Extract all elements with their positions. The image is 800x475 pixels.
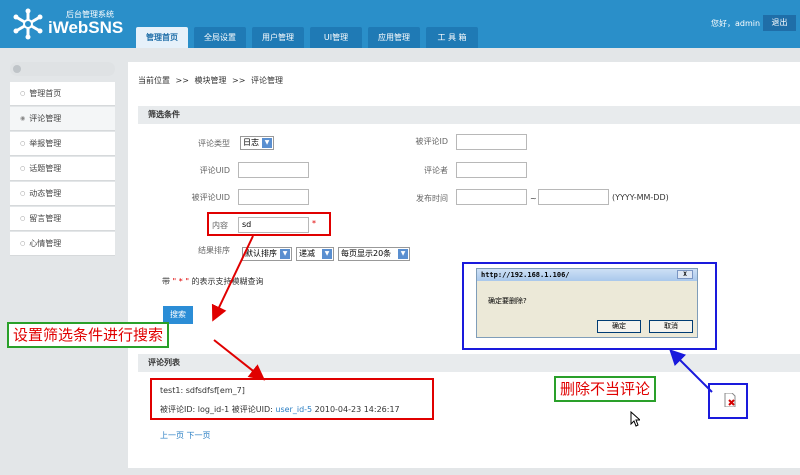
sidebar-item-reports[interactable]: ○ 举报管理	[10, 132, 115, 156]
page-size-select[interactable]: 每页显示20条 ▼	[338, 247, 410, 261]
breadcrumb-item[interactable]: 评论管理	[251, 76, 283, 85]
bullet-icon: ○	[20, 240, 26, 247]
sidebar-item-home[interactable]: ○ 管理首页	[10, 82, 115, 106]
close-icon[interactable]: X	[677, 270, 693, 279]
publish-time-label: 发布时间	[416, 194, 448, 203]
sidebar-item-label: 留言管理	[29, 214, 62, 223]
sidebar-item-label: 举报管理	[29, 139, 62, 148]
commented-id-input[interactable]	[456, 134, 527, 150]
list-section-header: 评论列表	[138, 354, 800, 372]
main-nav-tabs: 管理首页 全局设置 用户管理 UI管理 应用管理 工 具 箱	[136, 27, 484, 48]
filter-callout: 设置筛选条件进行搜索	[7, 322, 170, 348]
comment-type-select[interactable]: 日志 ▼	[240, 136, 274, 150]
comment-type-value: 日志	[243, 138, 259, 147]
sort-label: 结果排序	[198, 246, 230, 255]
page-size-value: 每页显示20条	[341, 249, 392, 258]
commenter-input[interactable]	[456, 162, 527, 178]
next-page-link[interactable]: 下一页	[187, 431, 211, 440]
bullet-icon: ◉	[20, 115, 26, 122]
chevron-down-icon: ▼	[322, 249, 332, 259]
content-highlight-box	[207, 212, 331, 236]
bullet-icon: ○	[20, 140, 26, 147]
sidebar-item-topics[interactable]: ○ 话题管理	[10, 157, 115, 181]
chevron-down-icon: ▼	[262, 138, 272, 148]
prev-page-link[interactable]: 上一页	[160, 431, 184, 440]
logout-button[interactable]: 退出	[763, 15, 796, 31]
tab-home[interactable]: 管理首页	[136, 27, 188, 48]
note-prefix: 带	[162, 277, 170, 286]
delete-callout: 删除不当评论	[554, 376, 657, 402]
bullet-icon: ○	[20, 190, 26, 197]
commented-uid-input[interactable]	[238, 189, 309, 205]
sidebar-item-moods[interactable]: ○ 心情管理	[10, 232, 115, 256]
logo: 后台管理系统 iWebSNS	[12, 6, 132, 44]
comment-type-label: 评论类型	[198, 139, 230, 148]
collapse-dot-icon	[13, 65, 21, 73]
dialog-title: http://192.168.1.106/ X	[477, 269, 697, 281]
date-to-input[interactable]	[538, 189, 609, 205]
bullet-icon: ○	[20, 90, 26, 97]
sort-select[interactable]: 默认排序 ▼	[242, 247, 292, 261]
breadcrumb-separator: >>	[232, 76, 246, 85]
commented-uid-label: 被评论UID	[191, 193, 230, 202]
order-value: 递减	[299, 249, 315, 258]
breadcrumb: 当前位置 >> 模块管理 >> 评论管理	[138, 75, 286, 86]
breadcrumb-item[interactable]: 模块管理	[195, 76, 227, 85]
note-suffix: 的表示支持模糊查询	[191, 277, 264, 286]
breadcrumb-current-label: 当前位置	[138, 76, 170, 85]
tab-toolbox[interactable]: 工 具 箱	[426, 27, 478, 48]
sidebar-collapse-handle[interactable]	[10, 62, 115, 76]
sidebar-item-label: 心情管理	[29, 239, 62, 248]
tab-global-settings[interactable]: 全局设置	[194, 27, 246, 48]
sort-value: 默认排序	[245, 249, 277, 258]
dialog-title-text: http://192.168.1.106/	[481, 271, 570, 279]
dialog-cancel-button[interactable]: 取消	[649, 320, 693, 333]
chevron-down-icon: ▼	[280, 249, 290, 259]
sidebar-item-comments[interactable]: ◉ 评论管理	[10, 107, 115, 131]
sidebar-item-feeds[interactable]: ○ 动态管理	[10, 182, 115, 206]
comment-uid-input[interactable]	[238, 162, 309, 178]
order-select[interactable]: 递减 ▼	[296, 247, 334, 261]
commented-id-label: 被评论ID	[415, 137, 448, 146]
logo-star-icon	[13, 8, 43, 40]
sidebar-item-label: 评论管理	[29, 114, 62, 123]
tab-user-management[interactable]: 用户管理	[252, 27, 304, 48]
date-from-input[interactable]	[456, 189, 527, 205]
tab-app-management[interactable]: 应用管理	[368, 27, 420, 48]
date-format-hint: (YYYY-MM-DD)	[612, 193, 669, 202]
commenter-label: 评论者	[424, 166, 448, 175]
filter-section-header: 筛选条件	[138, 106, 800, 124]
mouse-pointer-icon	[630, 411, 640, 427]
sidebar-item-messages[interactable]: ○ 留言管理	[10, 207, 115, 231]
comment-highlight-box	[150, 378, 434, 420]
tab-ui-management[interactable]: UI管理	[310, 27, 362, 48]
dialog-message: 确定要删除?	[488, 297, 527, 305]
sidebar: ○ 管理首页 ◉ 评论管理 ○ 举报管理 ○ 话题管理 ○ 动态管理 ○ 留言管理 ○ 心情管…	[10, 62, 115, 260]
confirm-dialog: http://192.168.1.106/ X 确定要删除? 确定 取消	[476, 268, 698, 338]
logo-name: iWebSNS	[48, 18, 124, 37]
date-range-separator: ~	[530, 194, 537, 203]
delete-icon[interactable]	[724, 393, 736, 407]
bullet-icon: ○	[20, 165, 26, 172]
sidebar-item-label: 话题管理	[29, 164, 62, 173]
fuzzy-search-note: 带 " * " 的表示支持模糊查询	[162, 276, 264, 287]
pager: 上一页 下一页	[160, 430, 211, 441]
bullet-icon: ○	[20, 215, 26, 222]
note-star: " * "	[172, 277, 189, 286]
comment-uid-label: 评论UID	[199, 166, 230, 175]
chevron-down-icon: ▼	[398, 249, 408, 259]
greeting-text: 您好，admin	[711, 19, 761, 28]
breadcrumb-separator: >>	[175, 76, 189, 85]
sidebar-item-label: 管理首页	[29, 89, 62, 98]
sidebar-item-label: 动态管理	[29, 189, 62, 198]
top-header: 后台管理系统 iWebSNS 管理首页 全局设置 用户管理 UI管理 应用管理 …	[0, 0, 800, 48]
dialog-ok-button[interactable]: 确定	[597, 320, 641, 333]
